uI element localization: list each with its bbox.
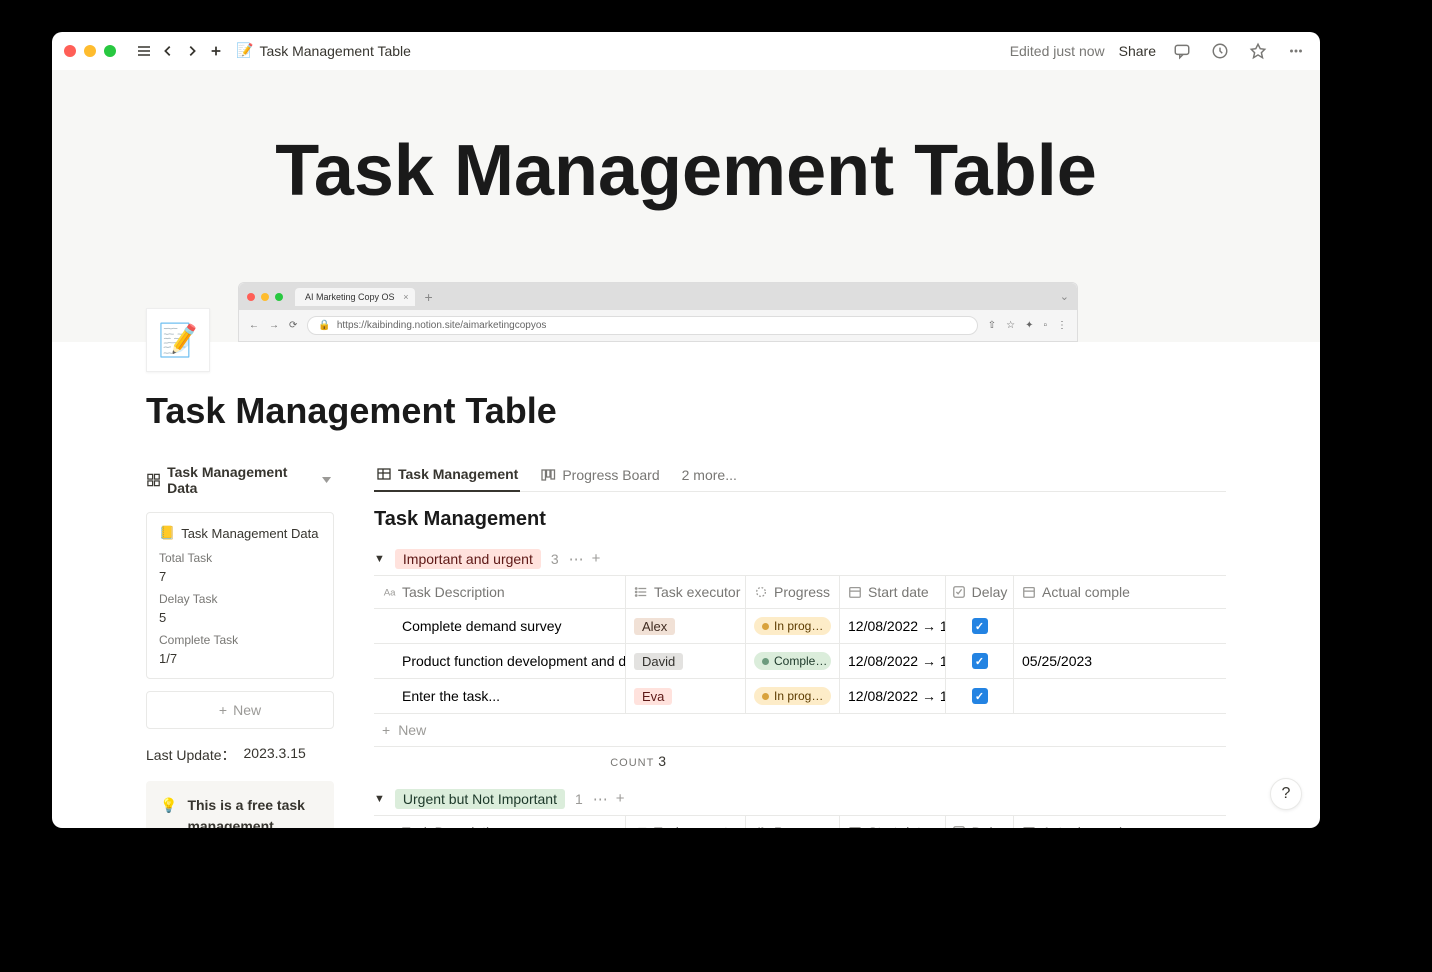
board-icon xyxy=(540,467,556,483)
cover-hero-title: Task Management Table xyxy=(275,130,1097,212)
updates-icon[interactable] xyxy=(1208,39,1232,63)
executor-pill: Eva xyxy=(634,688,672,705)
more-icon[interactable] xyxy=(1284,39,1308,63)
bulb-icon: 💡 xyxy=(160,795,177,828)
book-icon: 📒 xyxy=(159,525,175,541)
last-update-text: Last Update： 2023.3.15 xyxy=(146,745,334,765)
window-maximize[interactable] xyxy=(104,45,116,57)
sidebar-toggle-icon[interactable] xyxy=(132,39,156,63)
group-count: 1 xyxy=(575,791,583,807)
checkbox-icon xyxy=(952,585,966,599)
chevron-down-icon xyxy=(319,472,334,488)
list-icon xyxy=(634,585,648,599)
tab-more[interactable]: 2 more... xyxy=(680,460,739,491)
sidebar-stats-card[interactable]: 📒 Task Management Data Total Task 7 Dela… xyxy=(146,512,334,679)
plus-icon: + xyxy=(219,702,227,718)
callout-block[interactable]: 💡 This is a free task management system. xyxy=(146,781,334,828)
delay-checkbox[interactable]: ✓ xyxy=(972,688,988,704)
tab-progress-board[interactable]: Progress Board xyxy=(538,460,661,491)
add-row-button[interactable]: + New xyxy=(374,714,1226,747)
table-row[interactable]: Enter the task... Eva In prog… 12/08/202… xyxy=(374,679,1226,714)
back-icon[interactable] xyxy=(156,39,180,63)
tab-task-management[interactable]: Task Management xyxy=(374,460,520,492)
gallery-icon xyxy=(146,472,161,488)
page-emoji-icon: 📝 xyxy=(236,42,253,59)
checkbox-icon xyxy=(952,825,966,828)
calendar-icon xyxy=(848,825,862,828)
edited-status: Edited just now xyxy=(1010,43,1105,59)
svg-text:Aa: Aa xyxy=(384,588,396,599)
group-count: 3 xyxy=(551,551,559,567)
text-icon: Aa xyxy=(382,825,396,828)
breadcrumb-title: Task Management Table xyxy=(259,43,411,59)
delay-checkbox[interactable]: ✓ xyxy=(972,653,988,669)
table-row[interactable]: Product function development and d David… xyxy=(374,644,1226,679)
group-tag-urgent-not-important[interactable]: Urgent but Not Important xyxy=(395,789,565,809)
group-add-icon[interactable]: + xyxy=(592,550,601,568)
calendar-icon xyxy=(1022,825,1036,828)
window-close[interactable] xyxy=(64,45,76,57)
calendar-icon xyxy=(848,585,862,599)
sidebar-view-selector[interactable]: Task Management Data xyxy=(146,460,334,500)
group-count-footer: COUNT 3 xyxy=(374,747,1226,775)
comments-icon[interactable] xyxy=(1170,39,1194,63)
new-page-icon[interactable] xyxy=(204,39,228,63)
sidebar-new-button[interactable]: + New xyxy=(146,691,334,729)
text-icon: Aa xyxy=(382,585,396,599)
breadcrumb[interactable]: 📝 Task Management Table xyxy=(236,42,411,59)
table-icon xyxy=(376,466,392,482)
page-title[interactable]: Task Management Table xyxy=(146,390,1226,432)
status-icon xyxy=(754,585,768,599)
share-button[interactable]: Share xyxy=(1119,43,1156,59)
plus-icon: + xyxy=(382,722,390,738)
page-icon[interactable]: 📝 xyxy=(146,308,210,372)
group-toggle-icon[interactable]: ▼ xyxy=(374,793,385,805)
executor-pill: Alex xyxy=(634,618,675,635)
cover-image[interactable]: Task Management Table AI Marketing Copy … xyxy=(52,70,1320,342)
status-icon xyxy=(754,825,768,828)
group-toggle-icon[interactable]: ▼ xyxy=(374,553,385,565)
table-row[interactable]: Complete demand survey Alex In prog… 12/… xyxy=(374,609,1226,644)
svg-text:Aa: Aa xyxy=(384,828,396,829)
group-more-icon[interactable]: ⋯ xyxy=(593,790,608,808)
executor-pill: David xyxy=(634,653,683,670)
list-icon xyxy=(634,825,648,828)
view-title[interactable]: Task Management xyxy=(374,508,1226,531)
forward-icon[interactable] xyxy=(180,39,204,63)
favorite-icon[interactable] xyxy=(1246,39,1270,63)
group-add-icon[interactable]: + xyxy=(616,790,625,808)
delay-checkbox[interactable]: ✓ xyxy=(972,618,988,634)
calendar-icon xyxy=(1022,585,1036,599)
window-minimize[interactable] xyxy=(84,45,96,57)
group-more-icon[interactable]: ⋯ xyxy=(569,550,584,568)
help-button[interactable]: ? xyxy=(1270,778,1302,810)
group-tag-important-urgent[interactable]: Important and urgent xyxy=(395,549,541,569)
cover-browser-mockup: AI Marketing Copy OS + ⌄ ←→⟳ 🔒https://ka… xyxy=(238,282,1078,342)
